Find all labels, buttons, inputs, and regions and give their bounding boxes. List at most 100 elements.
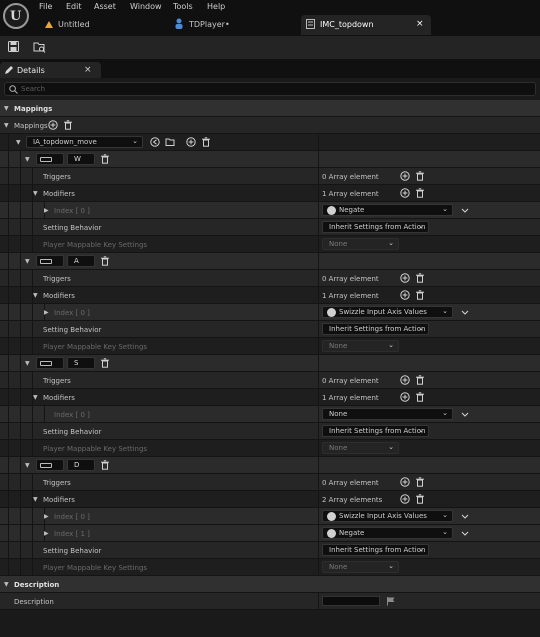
delete-icon[interactable] bbox=[415, 273, 425, 283]
input-action-picker[interactable]: IA_topdown_move ⌄ bbox=[26, 136, 143, 148]
browse-folder-icon[interactable] bbox=[165, 137, 175, 147]
column-splitter[interactable] bbox=[318, 423, 319, 440]
delete-icon[interactable] bbox=[100, 358, 110, 368]
expand-arrow[interactable]: ▼ bbox=[25, 156, 30, 163]
column-splitter[interactable] bbox=[318, 151, 319, 168]
column-splitter[interactable] bbox=[318, 219, 319, 236]
add-icon[interactable] bbox=[400, 494, 410, 504]
browse-to-asset-icon[interactable] bbox=[33, 41, 46, 53]
keyboard-key-selector[interactable] bbox=[36, 255, 64, 267]
delete-icon[interactable] bbox=[415, 392, 425, 402]
column-splitter[interactable] bbox=[318, 270, 319, 287]
expand-arrow[interactable]: ▼ bbox=[33, 394, 38, 401]
menu-edit[interactable]: Edit bbox=[66, 2, 82, 11]
search-input[interactable]: Search bbox=[4, 82, 536, 96]
column-splitter[interactable] bbox=[318, 593, 319, 610]
delete-icon[interactable] bbox=[100, 154, 110, 164]
setting-behavior-select[interactable]: Inherit Settings from Action ⌄ bbox=[322, 544, 429, 556]
column-splitter[interactable] bbox=[318, 508, 319, 525]
expand-arrow[interactable]: ▼ bbox=[16, 139, 21, 146]
keyboard-key-selector[interactable] bbox=[36, 459, 64, 471]
column-splitter[interactable] bbox=[318, 236, 319, 253]
tab-imc-topdown[interactable]: IMC_topdown × bbox=[301, 15, 431, 35]
expand-arrow[interactable]: ▼ bbox=[25, 258, 30, 265]
menu-window[interactable]: Window bbox=[130, 2, 162, 11]
expand-arrow[interactable]: ▼ bbox=[25, 360, 30, 367]
column-splitter[interactable] bbox=[318, 542, 319, 559]
add-icon[interactable] bbox=[400, 290, 410, 300]
delete-icon[interactable] bbox=[415, 375, 425, 385]
expand-arrow[interactable]: ▼ bbox=[25, 462, 30, 469]
column-splitter[interactable] bbox=[318, 287, 319, 304]
key-selector[interactable]: D bbox=[67, 459, 95, 471]
column-splitter[interactable] bbox=[318, 202, 319, 219]
expand-arrow[interactable]: ▼ bbox=[33, 292, 38, 299]
save-icon[interactable] bbox=[8, 41, 19, 52]
localization-flag-icon[interactable] bbox=[386, 596, 396, 606]
column-splitter[interactable] bbox=[318, 559, 319, 576]
details-tab[interactable]: Details × bbox=[0, 62, 101, 78]
column-splitter[interactable] bbox=[318, 134, 319, 151]
add-icon[interactable] bbox=[400, 392, 410, 402]
description-field[interactable] bbox=[322, 596, 380, 606]
column-splitter[interactable] bbox=[318, 321, 319, 338]
expand-arrow[interactable]: ▼ bbox=[4, 122, 9, 129]
add-icon[interactable] bbox=[400, 171, 410, 181]
setting-behavior-select[interactable]: Inherit Settings from Action ⌄ bbox=[322, 425, 429, 437]
menu-file[interactable]: File bbox=[39, 2, 52, 11]
delete-icon[interactable] bbox=[100, 460, 110, 470]
chevron-down-icon[interactable] bbox=[461, 207, 469, 213]
close-icon[interactable]: × bbox=[416, 19, 424, 29]
browse-back-icon[interactable] bbox=[150, 137, 160, 147]
expand-arrow[interactable]: ▼ bbox=[4, 105, 9, 112]
add-icon[interactable] bbox=[400, 188, 410, 198]
delete-icon[interactable] bbox=[415, 188, 425, 198]
expand-arrow[interactable]: ▶ bbox=[44, 207, 49, 214]
setting-behavior-select[interactable]: Inherit Settings from Action ⌄ bbox=[322, 323, 429, 335]
close-icon[interactable]: × bbox=[84, 65, 92, 75]
expand-arrow[interactable]: ▶ bbox=[44, 513, 49, 520]
column-splitter[interactable] bbox=[318, 457, 319, 474]
menu-help[interactable]: Help bbox=[207, 2, 225, 11]
setting-behavior-select[interactable]: Inherit Settings from Action ⌄ bbox=[322, 221, 429, 233]
modifier-class-picker[interactable]: Swizzle Input Axis Values ⌄ bbox=[322, 306, 453, 318]
column-splitter[interactable] bbox=[318, 338, 319, 355]
delete-icon[interactable] bbox=[415, 494, 425, 504]
delete-icon[interactable] bbox=[415, 477, 425, 487]
keyboard-key-selector[interactable] bbox=[36, 357, 64, 369]
tab-untitled[interactable]: Untitled bbox=[38, 15, 158, 35]
delete-icon[interactable] bbox=[63, 120, 73, 130]
delete-icon[interactable] bbox=[100, 256, 110, 266]
menu-tools[interactable]: Tools bbox=[173, 2, 193, 11]
tab-tdplayer[interactable]: TDPlayer• bbox=[168, 15, 293, 35]
column-splitter[interactable] bbox=[318, 525, 319, 542]
delete-icon[interactable] bbox=[201, 137, 211, 147]
column-splitter[interactable] bbox=[318, 185, 319, 202]
column-splitter[interactable] bbox=[318, 474, 319, 491]
key-selector[interactable]: W bbox=[67, 153, 95, 165]
column-splitter[interactable] bbox=[318, 491, 319, 508]
modifier-class-picker[interactable]: Negate ⌄ bbox=[322, 204, 453, 216]
add-icon[interactable] bbox=[186, 137, 196, 147]
modifier-class-picker[interactable]: Swizzle Input Axis Values ⌄ bbox=[322, 510, 453, 522]
key-selector[interactable]: S bbox=[67, 357, 95, 369]
delete-icon[interactable] bbox=[415, 171, 425, 181]
column-splitter[interactable] bbox=[318, 253, 319, 270]
chevron-down-icon[interactable] bbox=[461, 530, 469, 536]
menu-asset[interactable]: Asset bbox=[94, 2, 116, 11]
expand-arrow[interactable]: ▼ bbox=[33, 190, 38, 197]
add-icon[interactable] bbox=[400, 375, 410, 385]
column-splitter[interactable] bbox=[318, 355, 319, 372]
chevron-down-icon[interactable] bbox=[461, 513, 469, 519]
column-splitter[interactable] bbox=[318, 440, 319, 457]
add-icon[interactable] bbox=[48, 120, 58, 130]
column-splitter[interactable] bbox=[318, 389, 319, 406]
chevron-down-icon[interactable] bbox=[461, 309, 469, 315]
column-splitter[interactable] bbox=[318, 406, 319, 423]
column-splitter[interactable] bbox=[318, 372, 319, 389]
modifier-class-picker[interactable]: Negate ⌄ bbox=[322, 527, 453, 539]
chevron-down-icon[interactable] bbox=[461, 411, 469, 417]
expand-arrow[interactable]: ▼ bbox=[33, 496, 38, 503]
delete-icon[interactable] bbox=[415, 290, 425, 300]
add-icon[interactable] bbox=[400, 477, 410, 487]
